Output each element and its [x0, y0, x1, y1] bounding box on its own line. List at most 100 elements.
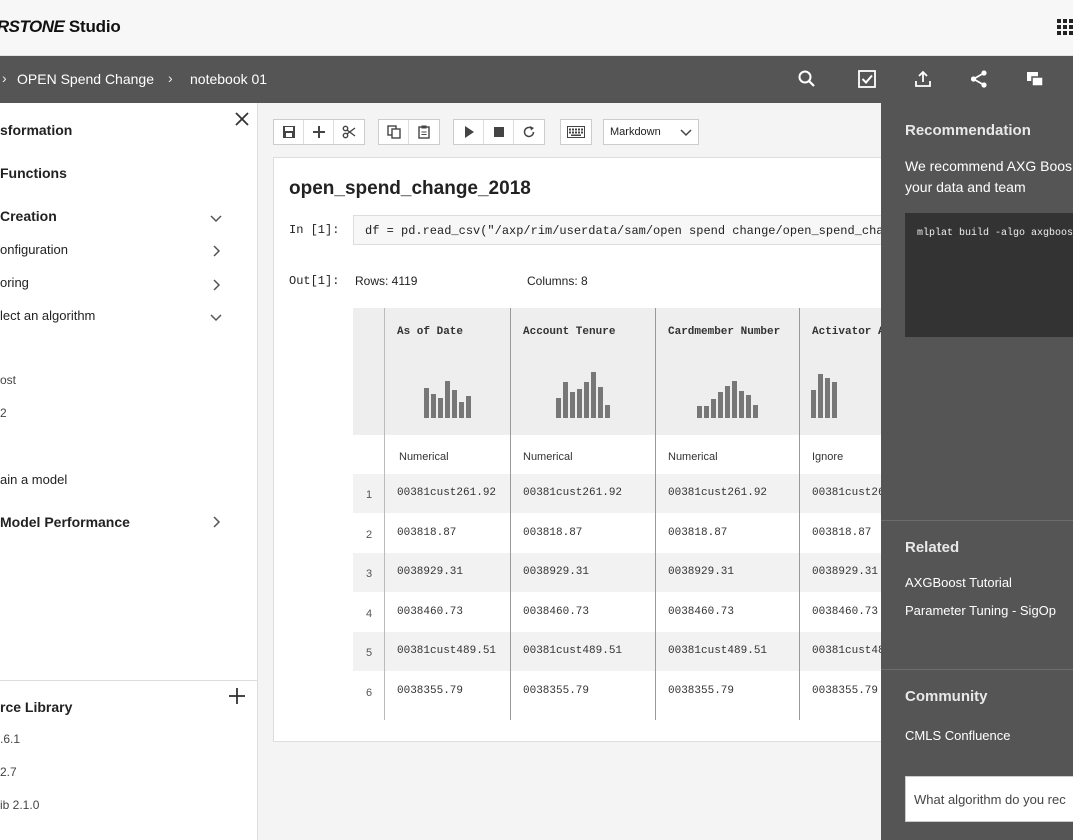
chat-icon[interactable]: [1025, 69, 1045, 89]
related-link[interactable]: Parameter Tuning - SigOp: [905, 603, 1056, 618]
table-cell: 00381cust26: [812, 487, 885, 499]
column-type[interactable]: Ignore: [812, 451, 843, 463]
keyboard-icon[interactable]: [561, 120, 591, 144]
code-cell[interactable]: df = pd.read_csv("/axp/rim/userdata/sam/…: [353, 215, 894, 245]
add-cell-icon[interactable]: [304, 120, 334, 144]
column-type[interactable]: Numerical: [668, 451, 718, 463]
plus-icon[interactable]: [228, 687, 246, 705]
community-link[interactable]: CMLS Confluence: [905, 728, 1011, 743]
library-item[interactable]: 2.7: [0, 765, 17, 779]
data-table: 1 00381cust261.92 00381cust261.92 00381cust…: [353, 308, 894, 720]
column-header[interactable]: Activator A: [812, 326, 885, 338]
upload-icon[interactable]: [913, 69, 933, 89]
sidebar-item-train-model[interactable]: ain a model: [0, 472, 67, 487]
histogram-bar: [604, 405, 610, 418]
column-header[interactable]: Account Tenure: [523, 326, 615, 338]
toolbar-group-run: [453, 119, 545, 145]
chevron-right-icon[interactable]: [208, 514, 224, 530]
app-logo[interactable]: ERSTONE Studio: [0, 17, 121, 37]
notebook-panel: open_spend_change_2018 In [1]: df = pd.r…: [273, 157, 894, 742]
cell-type-select[interactable]: Markdown: [603, 119, 699, 145]
stop-icon[interactable]: [484, 120, 514, 144]
assistant-panel: Recommendation We recommend AXG Boos you…: [881, 103, 1073, 840]
row-number: 4: [366, 607, 373, 620]
recommendation-heading: Recommendation: [905, 122, 1031, 139]
related-heading: Related: [905, 539, 960, 556]
histogram-bar: [458, 402, 464, 418]
brand-name-caps: ERSTONE: [0, 17, 65, 36]
sidebar-item-algorithm-boost[interactable]: ost: [0, 373, 16, 387]
histogram-bar: [444, 381, 450, 418]
sidebar-item-model-performance[interactable]: Model Performance: [0, 514, 130, 530]
breadcrumb-notebook[interactable]: notebook 01: [190, 71, 267, 87]
chevron-down-icon[interactable]: [208, 309, 224, 325]
copy-icon[interactable]: [379, 120, 409, 144]
sidebar-item-algorithm-2[interactable]: 2: [0, 406, 7, 420]
table-column-divider: [510, 308, 511, 720]
header-divider: [799, 308, 800, 354]
histogram-bar: [710, 399, 716, 418]
row-number: 3: [366, 568, 373, 581]
histogram-bar: [451, 390, 457, 418]
library-item[interactable]: .6.1: [0, 732, 20, 746]
chevron-right-icon[interactable]: [208, 243, 224, 259]
histogram-bar: [745, 395, 751, 418]
table-cell: 00381cust261.92: [523, 487, 623, 499]
related-link[interactable]: AXGBoost Tutorial: [905, 575, 1012, 590]
table-cell: 0038929.31: [523, 566, 590, 579]
table-cell: 0038355.79: [523, 685, 590, 697]
community-heading: Community: [905, 688, 988, 705]
table-cell: 003818.87: [668, 526, 728, 539]
close-icon[interactable]: [233, 110, 251, 128]
breadcrumb-project[interactable]: OPEN Spend Change: [17, 71, 154, 87]
histogram-bar: [811, 390, 816, 418]
code-text: df = pd.read_csv("/axp/rim/userdata/sam/…: [365, 224, 893, 238]
ask-input[interactable]: What algorithm do you rec: [905, 776, 1073, 822]
table-cell: 0038460.73: [668, 605, 735, 618]
header-divider: [655, 308, 656, 354]
column-type[interactable]: Numerical: [399, 451, 449, 463]
checkbox-icon[interactable]: [857, 69, 877, 89]
toolbar-group-edit: [273, 119, 365, 145]
ask-input-placeholder: What algorithm do you rec: [914, 792, 1066, 807]
search-icon[interactable]: [797, 69, 817, 89]
save-icon[interactable]: [274, 120, 304, 144]
column-header[interactable]: As of Date: [397, 326, 463, 338]
histogram-bar: [752, 405, 758, 418]
cut-icon[interactable]: [334, 120, 364, 144]
histogram-bar: [569, 392, 575, 418]
library-item[interactable]: ib 2.1.0: [0, 798, 39, 812]
cell-type-value: Markdown: [610, 126, 661, 138]
sidebar-item-scoring[interactable]: oring: [0, 275, 29, 290]
recommendation-code-block[interactable]: mlplat build -algo axgboos: [905, 213, 1073, 337]
column-header[interactable]: Cardmember Number: [668, 326, 780, 338]
sidebar-item-creation[interactable]: Creation: [0, 208, 57, 224]
table-cell: 00381cust48: [812, 645, 885, 658]
sidebar-item-transformation[interactable]: sformation: [0, 122, 72, 138]
share-icon[interactable]: [969, 69, 989, 89]
chevron-down-icon[interactable]: [208, 210, 224, 226]
nav-bar: › OPEN Spend Change › notebook 01: [0, 56, 1073, 103]
sidebar-item-configuration[interactable]: onfiguration: [0, 242, 68, 257]
column-count: Columns: 8: [527, 274, 588, 288]
column-histogram: [555, 368, 610, 418]
toolbar-group-keyboard: [560, 119, 592, 145]
histogram-bar: [597, 387, 603, 418]
table-column-divider: [384, 308, 385, 720]
run-icon[interactable]: [454, 120, 484, 144]
column-type[interactable]: Numerical: [523, 451, 573, 463]
column-histogram: [696, 368, 758, 418]
table-cell: 00381cust261.92: [397, 487, 497, 499]
app-grid-icon[interactable]: [1057, 19, 1073, 37]
table-cell: 0038929.31: [812, 566, 879, 579]
histogram-bar: [832, 382, 837, 418]
paste-icon[interactable]: [409, 120, 439, 144]
restart-icon[interactable]: [514, 120, 544, 144]
row-number: 6: [366, 687, 373, 699]
sidebar-item-select-algorithm[interactable]: lect an algorithm: [0, 308, 95, 323]
histogram-bar: [590, 372, 596, 418]
chevron-right-icon[interactable]: [208, 277, 224, 293]
brand-bar: ERSTONE Studio: [0, 0, 1073, 56]
table-cell: 0038460.73: [523, 605, 590, 618]
sidebar-item-functions[interactable]: Functions: [0, 165, 67, 181]
